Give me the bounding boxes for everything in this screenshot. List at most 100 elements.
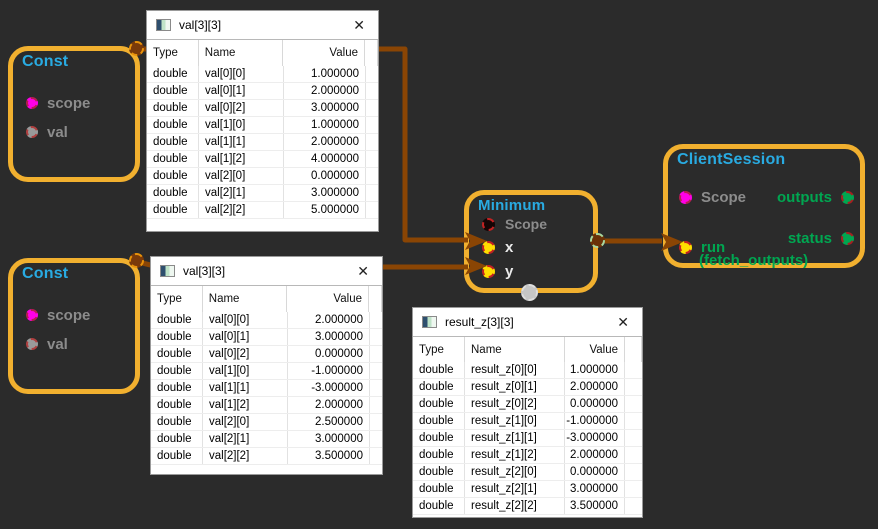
table-row[interactable]: double result_z[2][2] 3.500000: [413, 498, 642, 515]
table-cell: result_z[0][2]: [465, 396, 565, 412]
table-row[interactable]: double result_z[0][1] 2.000000: [413, 379, 642, 396]
close-icon[interactable]: ✕: [613, 313, 633, 331]
table-row[interactable]: double result_z[2][0] 0.000000: [413, 464, 642, 481]
table-cell-spacer: [366, 185, 378, 201]
table-row[interactable]: double result_z[0][0] 1.000000: [413, 362, 642, 379]
port-outputs[interactable]: outputs: [777, 188, 854, 206]
table-cell-spacer: [366, 100, 378, 116]
const-node-1[interactable]: Const scope val: [8, 46, 140, 182]
window-titlebar[interactable]: val[3][3] ✕: [147, 11, 378, 40]
table-row[interactable]: double result_z[0][2] 0.000000: [413, 396, 642, 413]
y-port-icon[interactable]: [482, 264, 495, 278]
table-row[interactable]: double result_z[1][0] -1.000000: [413, 413, 642, 430]
table-row[interactable]: double val[0][0] 1.000000: [147, 66, 378, 83]
table-view-icon: [160, 265, 175, 277]
window-titlebar[interactable]: result_z[3][3] ✕: [413, 308, 642, 337]
result-table-window[interactable]: result_z[3][3] ✕ Type Name Value double r…: [412, 307, 643, 518]
scope-port-icon[interactable]: [26, 97, 38, 109]
table-cell-spacer: [366, 151, 378, 167]
table-row[interactable]: double result_z[1][2] 2.000000: [413, 447, 642, 464]
table-cell: 2.000000: [565, 447, 625, 463]
table-row[interactable]: double val[0][2] 3.000000: [147, 100, 378, 117]
const-node-2[interactable]: Const scope val: [8, 258, 140, 394]
scope-port-icon[interactable]: [482, 217, 495, 231]
port-scope[interactable]: Scope: [482, 215, 547, 233]
column-header[interactable]: Value: [283, 40, 365, 66]
table-cell: val[0][0]: [203, 312, 288, 328]
val-port-icon[interactable]: [26, 338, 38, 350]
port-val[interactable]: val: [26, 335, 68, 353]
val-port-icon[interactable]: [26, 126, 38, 138]
table-row[interactable]: double val[1][0] 1.000000: [147, 117, 378, 134]
scope-port-icon[interactable]: [679, 190, 692, 204]
column-header[interactable]: Value: [565, 337, 625, 362]
port-label: scope: [47, 306, 91, 324]
table-cell: val[1][0]: [203, 363, 288, 379]
port-status[interactable]: status: [788, 229, 854, 247]
status-port-icon[interactable]: [841, 231, 854, 245]
run-port-sublabel: (fetch_outputs): [699, 252, 809, 269]
table-row[interactable]: double val[2][1] 3.000000: [147, 185, 378, 202]
column-header[interactable]: Name: [465, 337, 565, 362]
value-table-window-2[interactable]: val[3][3] ✕ Type Name Value double val[0]…: [150, 256, 383, 475]
table-cell: 1.000000: [565, 362, 625, 378]
column-header[interactable]: Name: [199, 40, 284, 66]
table-row[interactable]: double val[0][1] 3.000000: [151, 329, 382, 346]
table-cell: val[0][2]: [199, 100, 284, 116]
port-val[interactable]: val: [26, 123, 68, 141]
window-titlebar[interactable]: val[3][3] ✕: [151, 257, 382, 286]
port-scope[interactable]: scope: [26, 306, 90, 324]
table-cell-spacer: [625, 498, 642, 514]
close-icon[interactable]: ✕: [353, 262, 373, 280]
x-port-icon[interactable]: [482, 240, 495, 254]
column-header-spacer: [625, 337, 642, 362]
table-cell-spacer: [370, 312, 382, 328]
table-row[interactable]: double result_z[1][1] -3.000000: [413, 430, 642, 447]
table-row[interactable]: double val[1][1] -3.000000: [151, 380, 382, 397]
table-row[interactable]: double val[1][2] 2.000000: [151, 397, 382, 414]
table-cell: -1.000000: [565, 413, 625, 429]
port-scope[interactable]: Scope: [679, 188, 746, 206]
column-header[interactable]: Type: [151, 286, 203, 312]
scope-port-icon[interactable]: [26, 309, 38, 321]
minimum-node[interactable]: Minimum Scope x y: [464, 190, 598, 293]
table-cell: double: [151, 414, 203, 430]
table-cell-spacer: [625, 413, 642, 429]
column-header[interactable]: Value: [287, 286, 369, 312]
port-label: val: [47, 335, 68, 353]
column-header[interactable]: Type: [413, 337, 465, 362]
table-row[interactable]: double val[1][2] 4.000000: [147, 151, 378, 168]
table-body: double val[0][0] 2.000000 double val[0][1] 3.…: [151, 312, 382, 465]
run-port-icon[interactable]: [679, 240, 692, 254]
table-row[interactable]: double val[2][2] 5.000000: [147, 202, 378, 219]
const2-output-port[interactable]: [129, 253, 144, 268]
close-icon[interactable]: ✕: [349, 16, 369, 34]
const1-output-port[interactable]: [129, 41, 144, 56]
column-header[interactable]: Type: [147, 40, 199, 66]
table-row[interactable]: double val[2][0] 0.000000: [147, 168, 378, 185]
table-row[interactable]: double val[0][2] 0.000000: [151, 346, 382, 363]
table-row[interactable]: double val[2][2] 3.500000: [151, 448, 382, 465]
port-y[interactable]: y: [482, 262, 513, 280]
minimum-z-output-port[interactable]: [521, 284, 538, 301]
table-row[interactable]: double result_z[2][1] 3.000000: [413, 481, 642, 498]
value-table-window-1[interactable]: val[3][3] ✕ Type Name Value double val[0]…: [146, 10, 379, 232]
table-row[interactable]: double val[2][1] 3.000000: [151, 431, 382, 448]
outputs-port-icon[interactable]: [841, 190, 854, 204]
table-cell: 2.500000: [288, 414, 370, 430]
table-cell-spacer: [370, 329, 382, 345]
table-row[interactable]: double val[2][0] 2.500000: [151, 414, 382, 431]
table-cell: double: [151, 329, 203, 345]
table-row[interactable]: double val[0][0] 2.000000: [151, 312, 382, 329]
client-session-node[interactable]: ClientSession Scope outputs status run (…: [663, 144, 865, 269]
table-row[interactable]: double val[1][1] 2.000000: [147, 134, 378, 151]
table-row[interactable]: double val[1][0] -1.000000: [151, 363, 382, 380]
table-cell-spacer: [625, 481, 642, 497]
column-header[interactable]: Name: [203, 286, 288, 312]
table-cell: result_z[1][1]: [465, 430, 565, 446]
table-row[interactable]: double val[0][1] 2.000000: [147, 83, 378, 100]
table-cell: result_z[2][1]: [465, 481, 565, 497]
minimum-output-port[interactable]: [590, 233, 605, 248]
port-x[interactable]: x: [482, 238, 513, 256]
port-scope[interactable]: scope: [26, 94, 90, 112]
